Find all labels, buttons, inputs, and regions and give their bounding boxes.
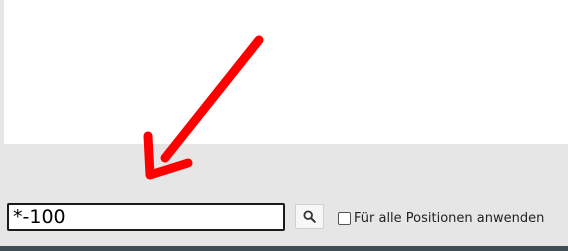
bottom-strip [0, 246, 568, 251]
apply-all-option[interactable]: Für alle Positionen anwenden [338, 209, 544, 227]
search-button[interactable] [295, 204, 324, 229]
search-icon [303, 210, 316, 223]
apply-all-label[interactable]: Für alle Positionen anwenden [354, 211, 544, 226]
search-input[interactable] [7, 203, 285, 231]
apply-all-checkbox[interactable] [338, 211, 351, 225]
